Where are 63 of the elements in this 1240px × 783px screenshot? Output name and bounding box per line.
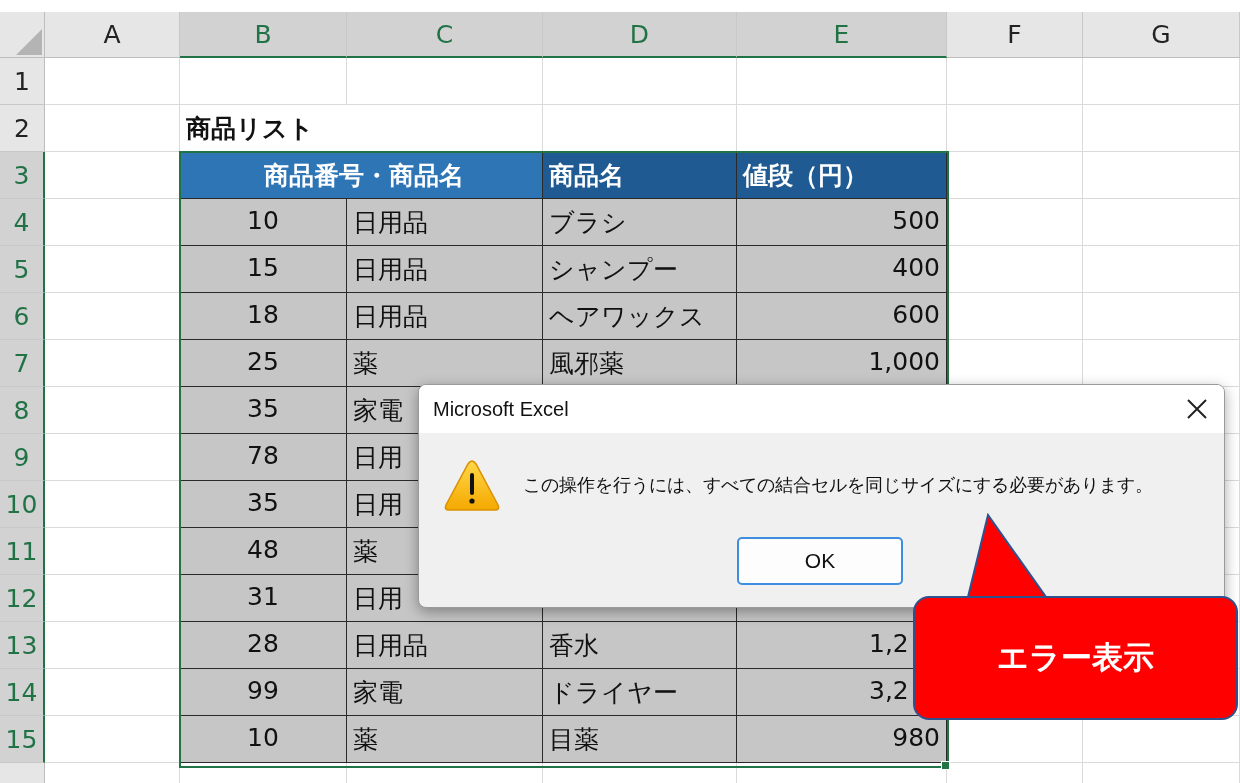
table-cell-text: 500 xyxy=(892,206,940,235)
table-header-cell: 値段（円） xyxy=(737,152,947,199)
row-header[interactable]: 10 xyxy=(0,481,45,528)
column-header[interactable]: C xyxy=(347,12,543,58)
column-header[interactable]: B xyxy=(180,12,347,58)
table-cell: 10 xyxy=(180,716,347,763)
table-cell: 35 xyxy=(180,481,347,528)
table-cell-text: 3,2 xyxy=(869,676,909,705)
table-cell: 31 xyxy=(180,575,347,622)
row-header[interactable]: 7 xyxy=(0,340,45,387)
row-header[interactable]: 2 xyxy=(0,105,45,152)
fill-handle[interactable] xyxy=(941,761,950,770)
table-cell-text: 980 xyxy=(892,723,940,752)
table-cell-text: 風邪薬 xyxy=(549,348,624,380)
column-header[interactable]: A xyxy=(45,12,180,58)
row-header[interactable]: 1 xyxy=(0,58,45,105)
row-header[interactable]: 8 xyxy=(0,387,45,434)
column-header[interactable]: F xyxy=(947,12,1083,58)
row-header[interactable]: 5 xyxy=(0,246,45,293)
table-cell: 家電 xyxy=(347,669,543,716)
table-header-cell: 商品名 xyxy=(543,152,737,199)
column-header[interactable]: G xyxy=(1083,12,1240,58)
column-header[interactable]: D xyxy=(543,12,737,58)
table-cell: 日用品 xyxy=(347,622,543,669)
table-cell-text: ヘアワックス xyxy=(549,301,705,333)
row-header[interactable]: 6 xyxy=(0,293,45,340)
ok-button[interactable]: OK xyxy=(737,537,903,585)
table-title: 商品リスト xyxy=(180,105,347,152)
table-cell-text: 目薬 xyxy=(549,724,599,756)
table-header-cell: 商品番号・商品名 xyxy=(180,152,543,199)
row-header[interactable]: 11 xyxy=(0,528,45,575)
table-cell-text: ドライヤー xyxy=(549,677,678,709)
table-cell: 日用品 xyxy=(347,293,543,340)
triangle-icon xyxy=(14,27,44,57)
warning-icon xyxy=(443,458,501,512)
table-cell: 日用品 xyxy=(347,246,543,293)
table-cell: 28 xyxy=(180,622,347,669)
row-header[interactable]: 15 xyxy=(0,716,45,763)
table-cell-text: ブラシ xyxy=(549,207,627,239)
table-cell: 48 xyxy=(180,528,347,575)
table-cell: 78 xyxy=(180,434,347,481)
table-cell: 薬 xyxy=(347,340,543,387)
row-header[interactable]: 13 xyxy=(0,622,45,669)
table-cell: 日用品 xyxy=(347,199,543,246)
table-cell: 99 xyxy=(180,669,347,716)
row-header[interactable]: 4 xyxy=(0,199,45,246)
table-cell-text: 400 xyxy=(892,253,940,282)
table-cell-text: 香水 xyxy=(549,630,599,662)
row-header[interactable]: 14 xyxy=(0,669,45,716)
table-cell: 18 xyxy=(180,293,347,340)
table-cell: 薬 xyxy=(347,716,543,763)
row-header[interactable]: 9 xyxy=(0,434,45,481)
table-cell-text: シャンプー xyxy=(549,254,678,286)
table-cell-text: 1,2 xyxy=(869,629,909,658)
table-cell-text: 600 xyxy=(892,300,940,329)
row-header[interactable]: 12 xyxy=(0,575,45,622)
table-cell: 15 xyxy=(180,246,347,293)
table-cell: 10 xyxy=(180,199,347,246)
column-header[interactable]: E xyxy=(737,12,947,58)
table-cell-text: 1,000 xyxy=(868,347,940,376)
table-cell: 25 xyxy=(180,340,347,387)
row-header[interactable]: 3 xyxy=(0,152,45,199)
table-cell: 35 xyxy=(180,387,347,434)
